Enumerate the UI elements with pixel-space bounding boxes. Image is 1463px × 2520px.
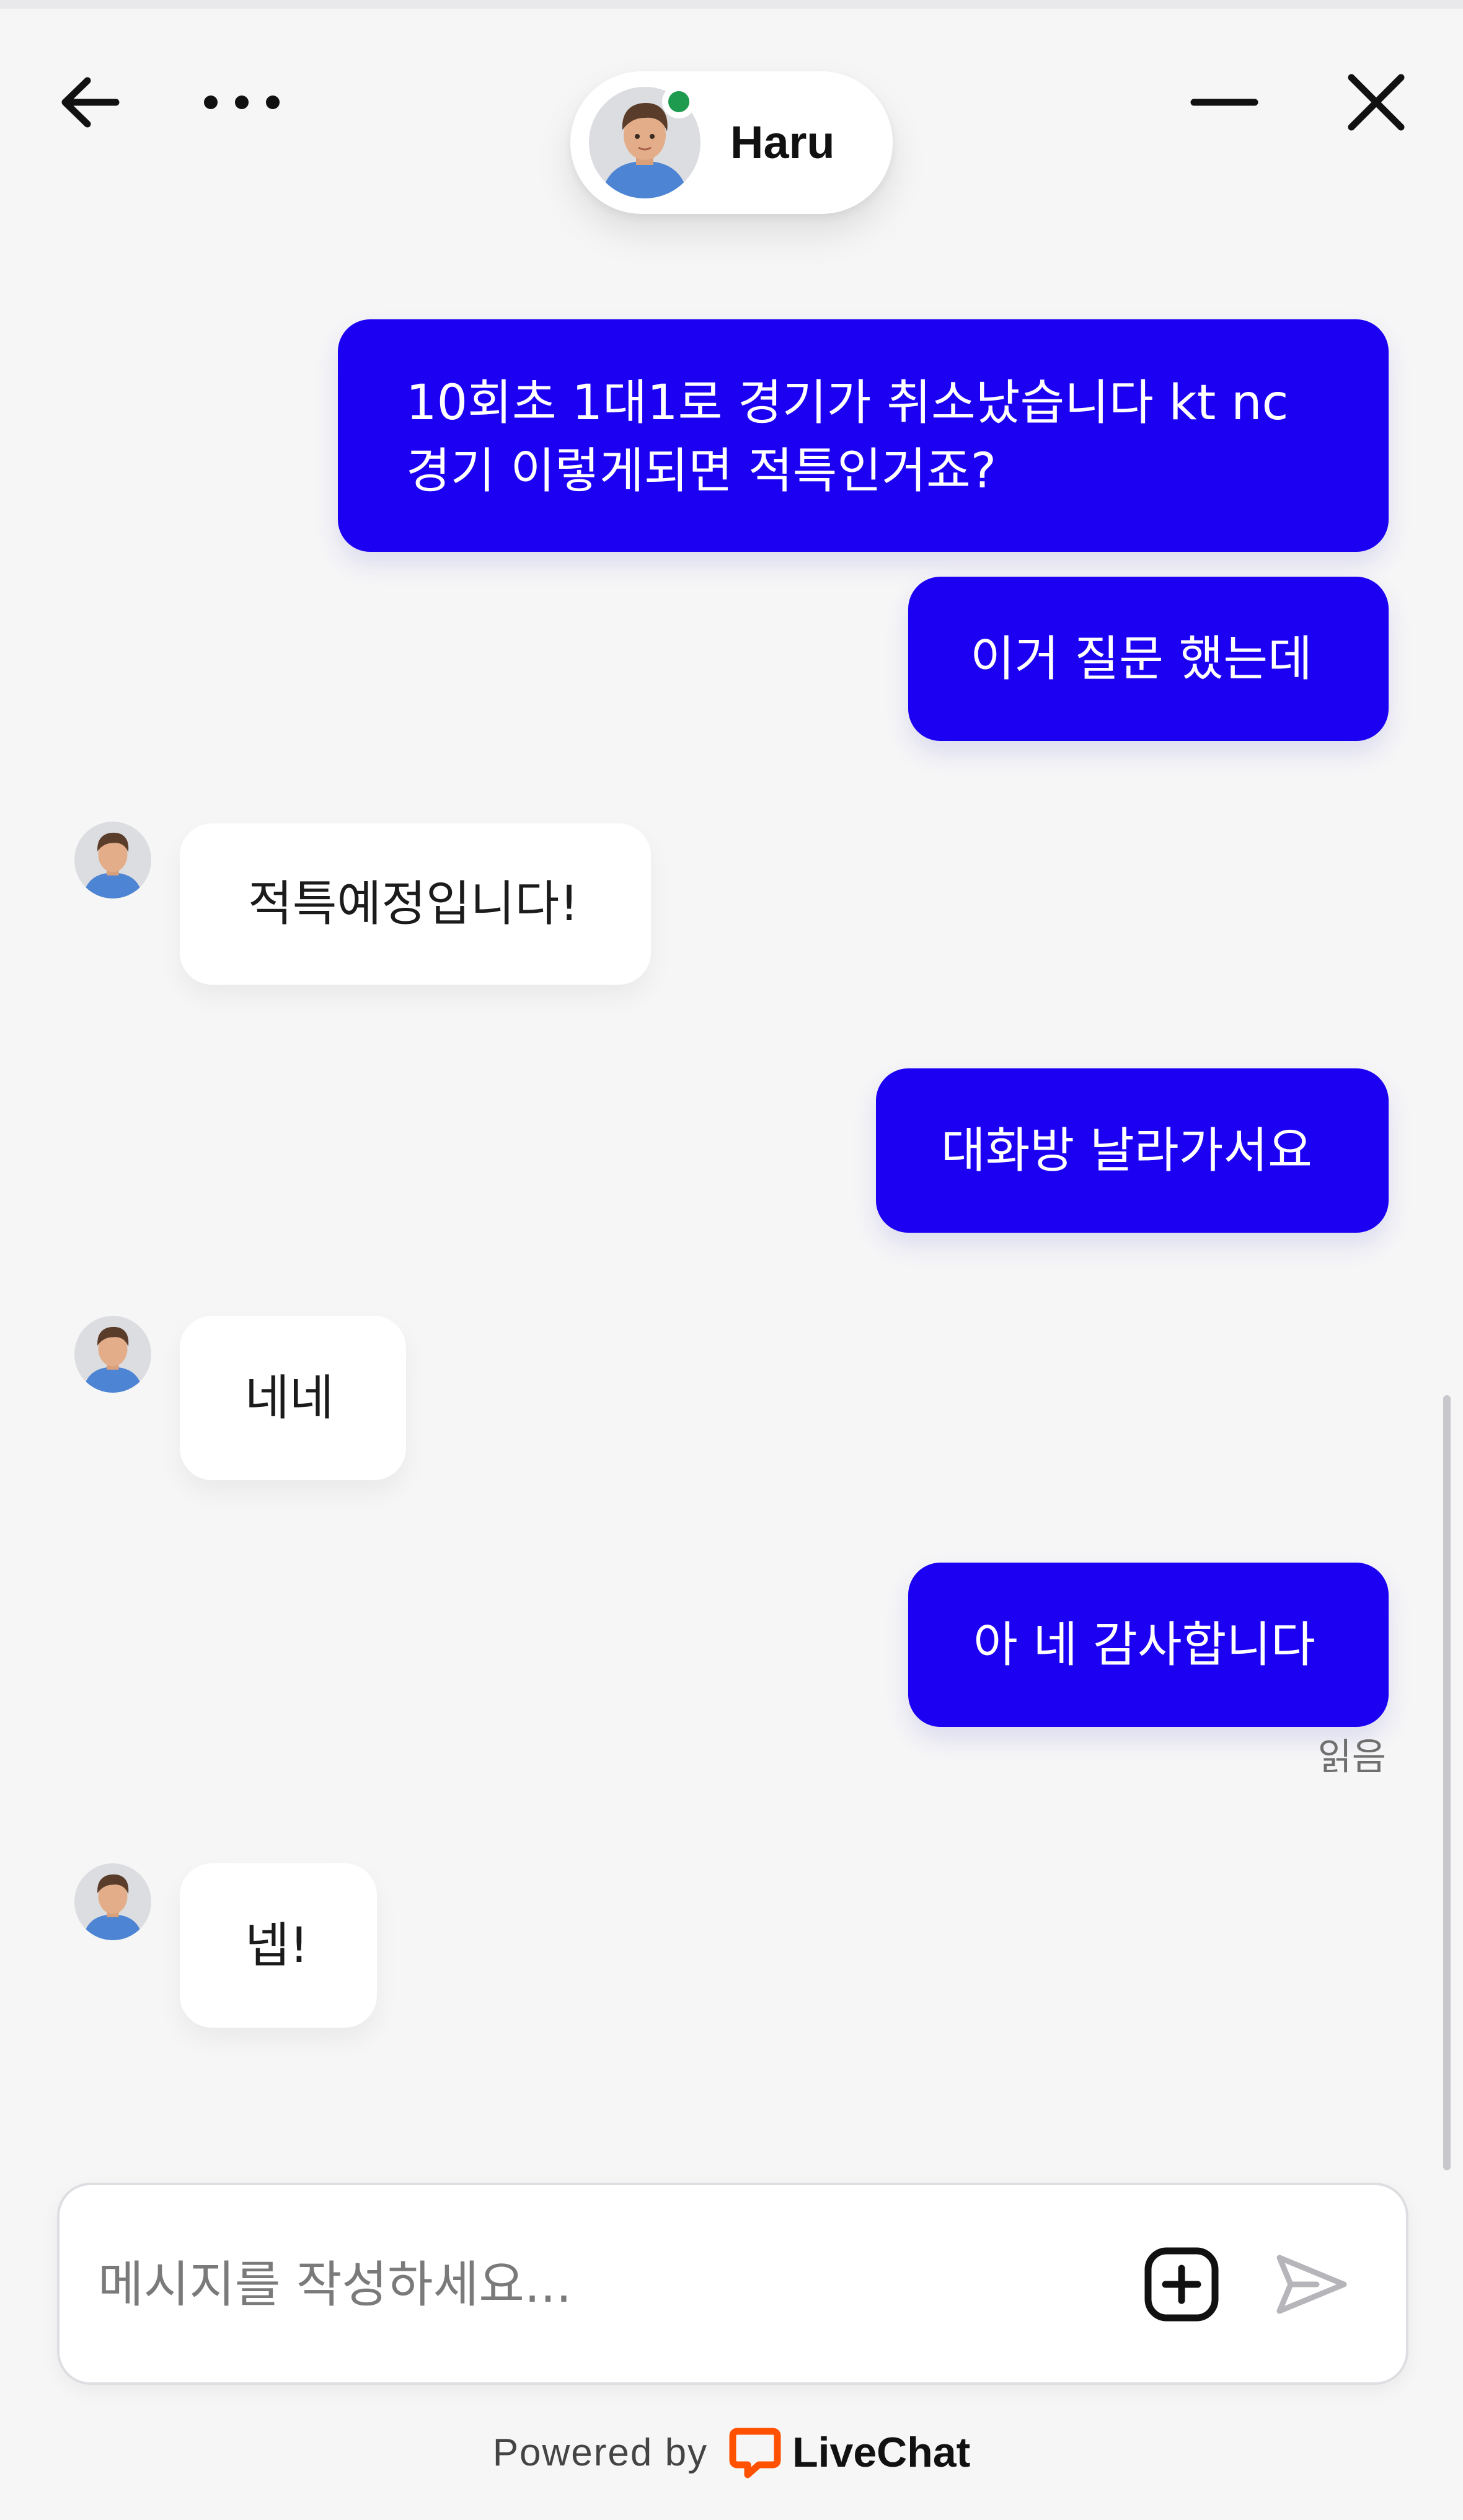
- powered-by-text: Powered by: [492, 2431, 709, 2474]
- message-text: 이거 질문 했는데: [970, 631, 1312, 687]
- message-text: 네네: [245, 1370, 334, 1426]
- online-status-indicator: [662, 85, 696, 118]
- livechat-brand-link[interactable]: LiveChat: [792, 2428, 970, 2477]
- close-icon: [1348, 74, 1405, 131]
- powered-by-footer: Powered by LiveChat: [0, 2412, 1463, 2493]
- message-bubble-visitor: 이거 질문 했는데: [908, 577, 1389, 741]
- message-text: 대화방 날라가서요: [941, 1123, 1312, 1179]
- minimize-button[interactable]: [1178, 62, 1271, 143]
- chat-scrollbar[interactable]: [1443, 1395, 1451, 2170]
- back-arrow-icon: [61, 77, 120, 128]
- message-text: 넵!: [245, 1918, 309, 1974]
- agent-name: Haru: [730, 117, 835, 168]
- message-bubble-agent: 적특예정입니다!: [180, 823, 651, 985]
- agent-avatar: [74, 1863, 151, 1940]
- agent-avatar: [74, 822, 151, 898]
- read-status: 읽음: [1317, 1736, 1386, 1779]
- attach-plus-icon: [1144, 2247, 1219, 2322]
- scrollbar-thumb[interactable]: [1443, 1395, 1451, 2170]
- message-bubble-agent: 네네: [180, 1316, 406, 1480]
- agent-info-pill[interactable]: Haru: [570, 71, 893, 214]
- more-dots-icon: [204, 95, 280, 109]
- agent-avatar: [74, 1316, 151, 1393]
- message-bubble-visitor: 대화방 날라가서요: [876, 1068, 1389, 1233]
- send-icon: [1276, 2255, 1347, 2314]
- message-bubble-visitor: 10회초 1대1로 경기가 취소났습니다 kt nc 경기 이렇게되면 적특인거…: [338, 319, 1389, 552]
- message-text: 10회초 1대1로 경기가 취소났습니다 kt nc 경기 이렇게되면 적특인거…: [406, 375, 1289, 499]
- send-button[interactable]: [1268, 2241, 1355, 2328]
- chat-header: Haru: [0, 0, 1463, 260]
- message-text: 아 네 감사합니다: [973, 1617, 1315, 1673]
- livechat-logo-icon: [729, 2428, 781, 2478]
- message-bubble-visitor: 아 네 감사합니다: [908, 1563, 1389, 1727]
- close-button[interactable]: [1333, 59, 1420, 146]
- message-composer: [57, 2183, 1408, 2385]
- attach-button[interactable]: [1138, 2241, 1225, 2328]
- minimize-icon: [1190, 99, 1258, 106]
- message-text: 적특예정입니다!: [248, 876, 579, 932]
- message-bubble-agent: 넵!: [180, 1863, 377, 2028]
- message-input[interactable]: [97, 2185, 1153, 2384]
- more-options-button[interactable]: [192, 62, 291, 143]
- back-button[interactable]: [50, 62, 130, 143]
